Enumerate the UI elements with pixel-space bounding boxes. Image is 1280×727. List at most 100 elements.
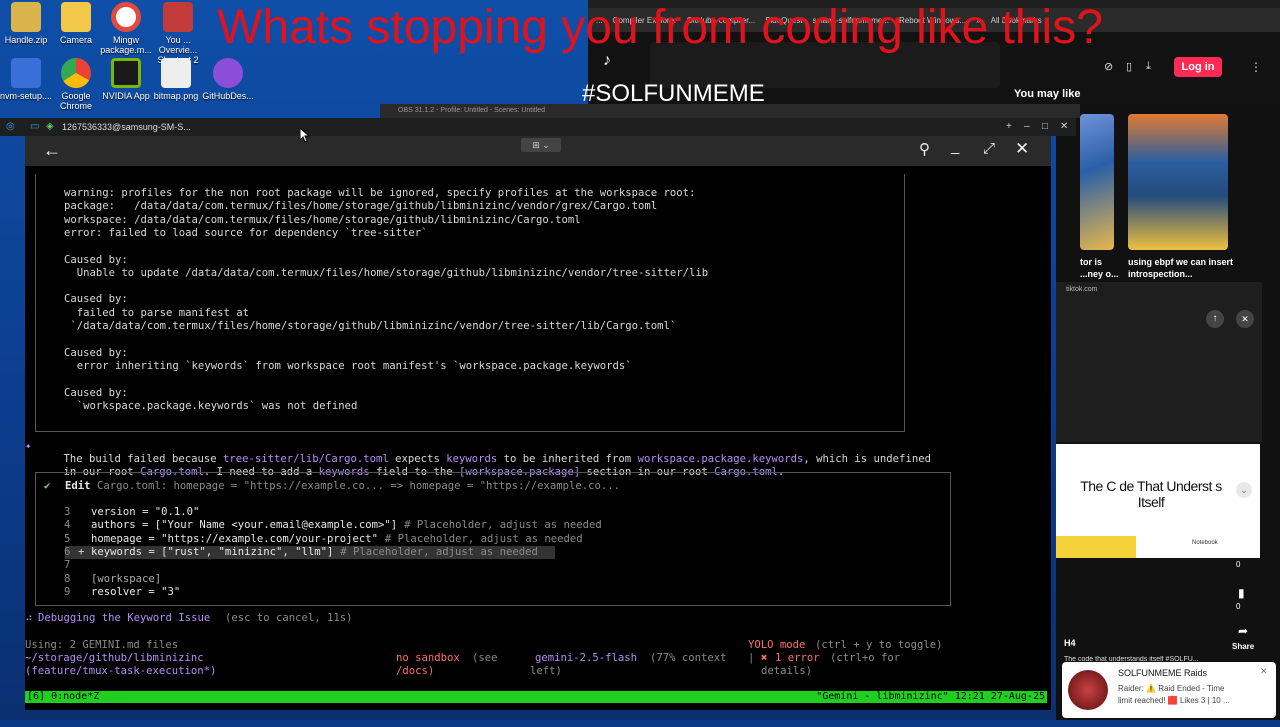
add-icon[interactable]: + xyxy=(1006,118,1012,136)
diff-line-number: 7 xyxy=(64,559,71,572)
tmux-window-list[interactable]: [6] 0:node*Z xyxy=(27,691,99,703)
errors-separator: | xyxy=(748,652,755,664)
suggested-caption[interactable]: using ebpf we can insert introspection..… xyxy=(1128,256,1238,280)
device-icon[interactable]: ▯ xyxy=(1126,60,1132,73)
error-line: package: /data/data/com.termux/files/hom… xyxy=(64,200,658,213)
notification-toast[interactable]: SOLFUNMEME Raids Raider: ⚠️ Raid Ended -… xyxy=(1062,662,1276,718)
desktop-icon-label: Google Chrome xyxy=(59,91,92,111)
video-frame: The C de That Underst s Itself Notebook … xyxy=(1056,444,1260,558)
more-menu-icon[interactable]: ⋮ xyxy=(1250,60,1262,74)
suggested-video-thumbnail[interactable] xyxy=(1128,114,1228,250)
diff-added-marker: + xyxy=(78,545,85,558)
error-hint-2: details) xyxy=(761,665,813,677)
close-icon[interactable]: ✕ xyxy=(1060,118,1068,136)
terminal-pane[interactable]: warning: profiles for the non root packa… xyxy=(25,166,1051,710)
suggested-caption[interactable]: tor is ...ney o... xyxy=(1080,256,1120,282)
diff-line-number: 4 xyxy=(64,519,71,532)
github-desktop-icon xyxy=(213,58,243,88)
suggested-video-thumbnail[interactable] xyxy=(1080,114,1114,250)
desktop-icon-camera[interactable]: Camera xyxy=(48,2,104,45)
text-segment: , which is undefined xyxy=(803,453,931,465)
desktop-icon-label: Mingw package.m... xyxy=(100,35,152,55)
minimize-icon[interactable]: – xyxy=(1024,118,1030,136)
diff-line-number: 8 xyxy=(64,572,71,585)
diff-code: authors = ["Your Name <your.email@exampl… xyxy=(91,519,398,532)
download-icon[interactable]: ⤓ xyxy=(1146,60,1151,73)
obs-title-text: OBS 31.1.2 - Profile: Untitled - Scenes:… xyxy=(398,107,546,114)
notification-line2: limit reached! 🟥 Likes 3 | 10 ... xyxy=(1118,696,1230,705)
diff-line-number: 3 xyxy=(64,506,71,518)
diff-line-number: 9 xyxy=(64,585,71,598)
grid-menu-icon[interactable]: ⊞ ⌄ xyxy=(521,138,561,152)
image-file-icon xyxy=(161,58,191,88)
error-line: failed to parse manifest at xyxy=(64,306,249,319)
minimize-icon[interactable]: _ xyxy=(951,138,959,155)
desktop-icon-mingw[interactable]: Mingw package.m... xyxy=(98,2,154,55)
diff-code: keywords = ["rust", "minizinc", "llm"] xyxy=(91,545,334,558)
desktop-icon-nvidia[interactable]: NVIDIA App xyxy=(98,58,154,101)
error-x-icon: ✖ xyxy=(761,652,768,664)
share-label[interactable]: Share xyxy=(1232,642,1254,651)
desktop-icon-github[interactable]: GitHubDes... xyxy=(200,58,256,101)
spinner-icon: ⠴ xyxy=(25,612,33,624)
yolo-mode: YOLO mode xyxy=(748,639,806,651)
close-icon[interactable]: ✕ xyxy=(1015,139,1029,159)
app-icon: ◎ xyxy=(6,121,15,132)
desktop-icon-bitmap[interactable]: bitmap.png xyxy=(148,58,204,101)
share-icon[interactable]: ➦ xyxy=(1238,624,1248,638)
desktop-icon-label: NVIDIA App xyxy=(102,91,150,101)
diff-line-number: 6 xyxy=(64,545,71,558)
error-line: Unable to update /data/data/com.termux/f… xyxy=(64,266,709,279)
desktop-icon-chrome[interactable]: Google Chrome xyxy=(48,58,104,111)
close-icon[interactable]: ✕ xyxy=(1260,666,1268,677)
site-domain: tiktok.com xyxy=(1066,286,1098,293)
notification-line1: Raider: ⚠️ Raid Ended - Time xyxy=(1118,684,1225,693)
save-count: 0 xyxy=(1236,602,1241,611)
folder-icon xyxy=(61,2,91,32)
video-player[interactable]: tiktok.com ↑ ✕ xyxy=(1056,282,1262,442)
pin-icon[interactable]: ⚲ xyxy=(919,140,930,158)
explore-icon[interactable]: ⊘ xyxy=(1104,60,1113,73)
error-hint: (ctrl+o for xyxy=(830,652,901,664)
desktop-icon-label: Handle.zip xyxy=(4,35,48,45)
sandbox-see: (see xyxy=(472,652,498,664)
chrome-icon xyxy=(61,58,91,88)
video-author[interactable]: H4 xyxy=(1064,638,1076,648)
expand-icon[interactable]: ⤢ xyxy=(983,140,995,157)
terminal-window-title: 1267536333@samsung-SM-S... xyxy=(62,122,191,132)
error-line: Caused by: xyxy=(64,346,128,359)
maximize-icon[interactable]: □ xyxy=(1042,118,1048,136)
meme-headline: Whats stopping you from coding like this… xyxy=(217,1,1103,54)
model-name: gemini-2.5-flash xyxy=(535,652,638,664)
diff-code: resolver = "3" xyxy=(91,585,181,598)
meme-hashtag: #SOLFUNMEME xyxy=(582,80,765,107)
chevron-down-icon[interactable]: ⌄ xyxy=(1236,482,1252,498)
sandbox-docs: /docs) xyxy=(396,665,435,677)
diff-comment: # Placeholder, adjust as needed xyxy=(397,519,602,532)
desktop-icon-nvm[interactable]: nvm-setup.... xyxy=(0,58,54,101)
thinking-text: Debugging the Keyword Issue xyxy=(38,612,211,624)
error-line: `/data/data/com.termux/files/home/storag… xyxy=(64,320,677,332)
video-card-title: The C de That Underst s Itself xyxy=(1080,478,1222,510)
error-line: warning: profiles for the non root packa… xyxy=(64,187,696,199)
tmux-status-right: "Gemini - libminizinc" 12:21 27-Aug-25 xyxy=(816,691,1045,702)
desktop-icon-handle[interactable]: Handle.zip xyxy=(0,2,54,45)
error-line: `workspace.package.keywords` was not def… xyxy=(64,399,358,412)
arrow-up-icon[interactable]: ↑ xyxy=(1206,310,1224,328)
back-arrow-icon[interactable]: ← xyxy=(43,140,61,161)
video-yellow-bar xyxy=(1056,536,1136,558)
shield-icon: ◈ xyxy=(46,121,54,132)
terminal-window-titlebar: ◎ ▭ ◈ 1267536333@samsung-SM-S... + – □ ✕ xyxy=(0,118,1076,136)
you-may-like-heading: You may like xyxy=(1014,88,1081,100)
desktop-icon-label: nvm-setup.... xyxy=(0,91,53,101)
diff-code: [workspace] xyxy=(91,572,162,585)
error-line: Caused by: xyxy=(64,253,128,266)
bookmark-icon[interactable]: ▮ xyxy=(1238,586,1245,600)
mute-icon[interactable]: ✕ xyxy=(1236,310,1254,328)
error-line: Caused by: xyxy=(64,386,128,399)
login-button[interactable]: Log in xyxy=(1174,57,1222,77)
diff-comment: # Placeholder, adjust as needed xyxy=(333,545,538,558)
cwd-path: ~/storage/github/libminizinc xyxy=(25,652,204,664)
thinking-hint: (esc to cancel, 11s) xyxy=(225,612,353,624)
edit-label: Edit xyxy=(65,480,91,492)
